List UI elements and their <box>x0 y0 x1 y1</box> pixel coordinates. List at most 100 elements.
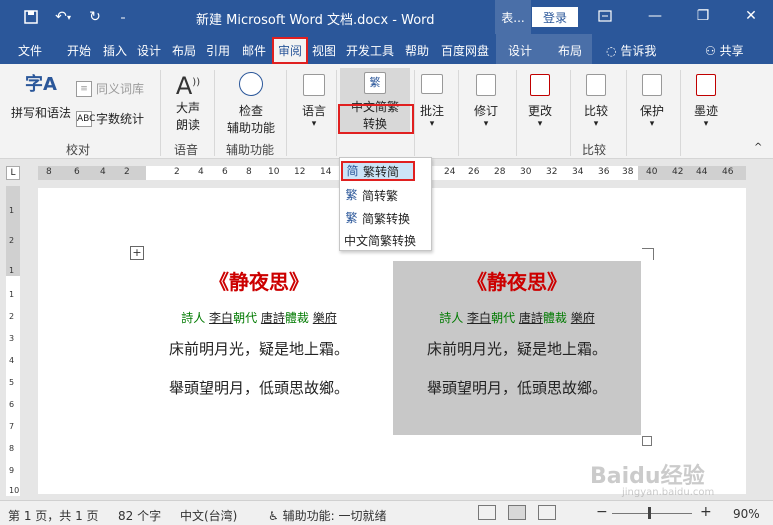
comments-button[interactable]: 批注 ▾ <box>416 74 448 129</box>
ribbon-review: 字A 拼写和语法 ≡ 同义词库 ABC 字数统计 校对 A)) 大声 朗读 语音… <box>0 64 773 159</box>
ink-button[interactable]: 墨迹 ▾ <box>686 74 726 129</box>
tab-table-layout[interactable]: 布局 <box>552 40 588 60</box>
poem-meta: 詩人 李白朝代 唐詩體裁 樂府 <box>134 309 384 326</box>
lock-icon <box>642 74 662 96</box>
thesaurus-button[interactable]: ≡ 同义词库 <box>76 80 144 97</box>
zoom-slider-thumb[interactable] <box>648 507 651 519</box>
tab-help[interactable]: 帮助 <box>402 40 432 60</box>
login-button[interactable]: 登录 <box>532 7 578 27</box>
redo-icon[interactable]: ↻ <box>84 7 106 27</box>
meta-label: 體裁 <box>542 311 567 325</box>
ruler-tick: 1 <box>9 266 15 275</box>
zoom-in-button[interactable]: + <box>700 504 712 520</box>
divider <box>458 70 459 156</box>
ruler-tick: 5 <box>9 378 15 387</box>
minimize-button[interactable]: — <box>640 4 670 28</box>
menu-item-simplified-traditional-conversion[interactable]: 繁 简繁转换 <box>344 208 410 228</box>
chevron-down-icon: ▾ <box>649 119 655 129</box>
language-status[interactable]: 中文(台湾) <box>180 507 237 524</box>
word-count-button[interactable]: ABC 字数统计 <box>76 110 144 127</box>
language-button[interactable]: 语言 ▾ <box>294 74 334 129</box>
status-bar: 第 1 页，共 1 页 82 个字 中文(台湾) ♿ 辅助功能: 一切就绪 − … <box>0 500 773 525</box>
spelling-grammar-button[interactable]: 字A 拼写和语法 <box>8 70 74 121</box>
tell-me-button[interactable]: ◌ 告诉我 <box>606 42 656 59</box>
tab-table-design[interactable]: 设计 <box>502 40 538 60</box>
menu-item-label: 繁转简 <box>363 164 400 179</box>
share-label: 共享 <box>719 44 744 58</box>
ruler-tick: 2 <box>124 167 130 177</box>
tab-design[interactable]: 设计 <box>134 40 164 60</box>
collapse-ribbon-icon[interactable]: ^ <box>754 142 762 153</box>
watermark-url: jingyan.baidu.com <box>622 487 715 498</box>
changes-button[interactable]: 更改 ▾ <box>520 74 560 129</box>
zoom-level[interactable]: 90% <box>733 507 760 521</box>
save-icon[interactable] <box>20 7 42 27</box>
accessibility-status[interactable]: ♿ 辅助功能: 一切就绪 <box>268 507 386 524</box>
undo-dropdown-icon[interactable]: ▾ <box>64 7 74 27</box>
read-aloud-label-1: 大声 <box>175 101 200 115</box>
tab-home[interactable]: 开始 <box>62 40 96 60</box>
menu-item-simplified-to-traditional[interactable]: 繁 简转繁 <box>344 185 398 205</box>
track-changes-icon <box>476 74 496 96</box>
ruler-tick: 30 <box>520 167 532 177</box>
check-accessibility-button[interactable]: 检查 辅助功能 <box>222 72 280 136</box>
close-button[interactable]: ✕ <box>736 4 766 28</box>
spelling-grammar-label: 拼写和语法 <box>10 106 71 120</box>
ruler-tick: 8 <box>9 444 15 453</box>
tab-file[interactable]: 文件 <box>12 40 48 60</box>
tab-developer[interactable]: 开发工具 <box>344 40 396 60</box>
share-button[interactable]: ⚇ 共享 <box>705 42 744 59</box>
accessibility-group-label: 辅助功能 <box>226 143 275 157</box>
ruler-tick: 2 <box>174 167 180 177</box>
print-layout-icon[interactable] <box>508 505 526 520</box>
document-title: 新建 Microsoft Word 文档.docx - Word <box>196 13 435 28</box>
thesaurus-label: 同义词库 <box>96 82 145 96</box>
check-accessibility-label-2: 辅助功能 <box>226 121 275 135</box>
tab-baidu-netdisk[interactable]: 百度网盘 <box>438 40 492 60</box>
table-move-handle-icon[interactable]: + <box>130 246 144 260</box>
ribbon-display-icon[interactable] <box>590 4 620 28</box>
tab-selector-icon[interactable]: L <box>6 166 20 180</box>
ruler-tick: 44 <box>696 167 708 177</box>
ruler-tick: 38 <box>622 167 634 177</box>
protect-button[interactable]: 保护 ▾ <box>632 74 672 129</box>
ruler-tick: 3 <box>9 334 15 343</box>
vertical-ruler[interactable]: 1 2 1 1 2 3 4 5 6 7 8 9 10 <box>6 186 20 496</box>
divider <box>516 70 517 156</box>
chevron-down-icon: ▾ <box>703 119 709 129</box>
table-tools-label: 表... <box>495 0 531 34</box>
ruler-tick: 6 <box>9 400 15 409</box>
page-count[interactable]: 第 1 页，共 1 页 <box>8 507 99 524</box>
tab-review[interactable]: 审阅 <box>272 37 308 64</box>
ribbon-tabs: 文件 开始 插入 设计 布局 引用 邮件 审阅 视图 开发工具 帮助 百度网盘 … <box>0 34 773 64</box>
tab-layout[interactable]: 布局 <box>168 40 200 60</box>
restore-button[interactable]: ❐ <box>688 4 718 28</box>
menu-item-chinese-conversion-dialog[interactable]: 中文简繁转换 <box>344 230 416 250</box>
zoom-slider[interactable] <box>612 513 692 514</box>
meta-label: 朝代 <box>233 311 258 325</box>
track-changes-button[interactable]: 修订 ▾ <box>466 74 506 129</box>
word-count[interactable]: 82 个字 <box>118 507 161 524</box>
poem-left[interactable]: 《静夜思》 詩人 李白朝代 唐詩體裁 樂府 床前明月光，疑是地上霜。 舉頭望明月… <box>134 266 384 398</box>
read-aloud-button[interactable]: A)) 大声 朗读 <box>166 70 210 133</box>
meta-value: 唐詩 <box>518 311 543 325</box>
menu-item-traditional-to-simplified[interactable]: 简 繁转简 <box>341 161 415 181</box>
track-changes-label: 修订 <box>473 104 498 118</box>
tab-mailings[interactable]: 邮件 <box>238 40 270 60</box>
compare-button[interactable]: 比较 ▾ <box>576 74 616 129</box>
read-mode-icon[interactable] <box>478 505 496 520</box>
divider <box>680 70 681 156</box>
tab-view[interactable]: 视图 <box>308 40 340 60</box>
tab-references[interactable]: 引用 <box>202 40 234 60</box>
ruler-tick: 9 <box>9 466 15 475</box>
tab-insert[interactable]: 插入 <box>100 40 130 60</box>
customize-toolbar-icon[interactable]: ₌ <box>112 7 134 27</box>
zoom-out-button[interactable]: − <box>596 504 608 520</box>
table-resize-handle[interactable] <box>642 436 652 446</box>
poem-right[interactable]: 《静夜思》 詩人 李白朝代 唐詩體裁 樂府 床前明月光，疑是地上霜。 舉頭望明月… <box>393 266 641 398</box>
divider <box>286 70 287 156</box>
ruler-tick: 14 <box>320 167 332 177</box>
compare-icon <box>586 74 606 96</box>
web-layout-icon[interactable] <box>538 505 556 520</box>
traditional-to-simplified-icon: 简 <box>346 163 359 178</box>
